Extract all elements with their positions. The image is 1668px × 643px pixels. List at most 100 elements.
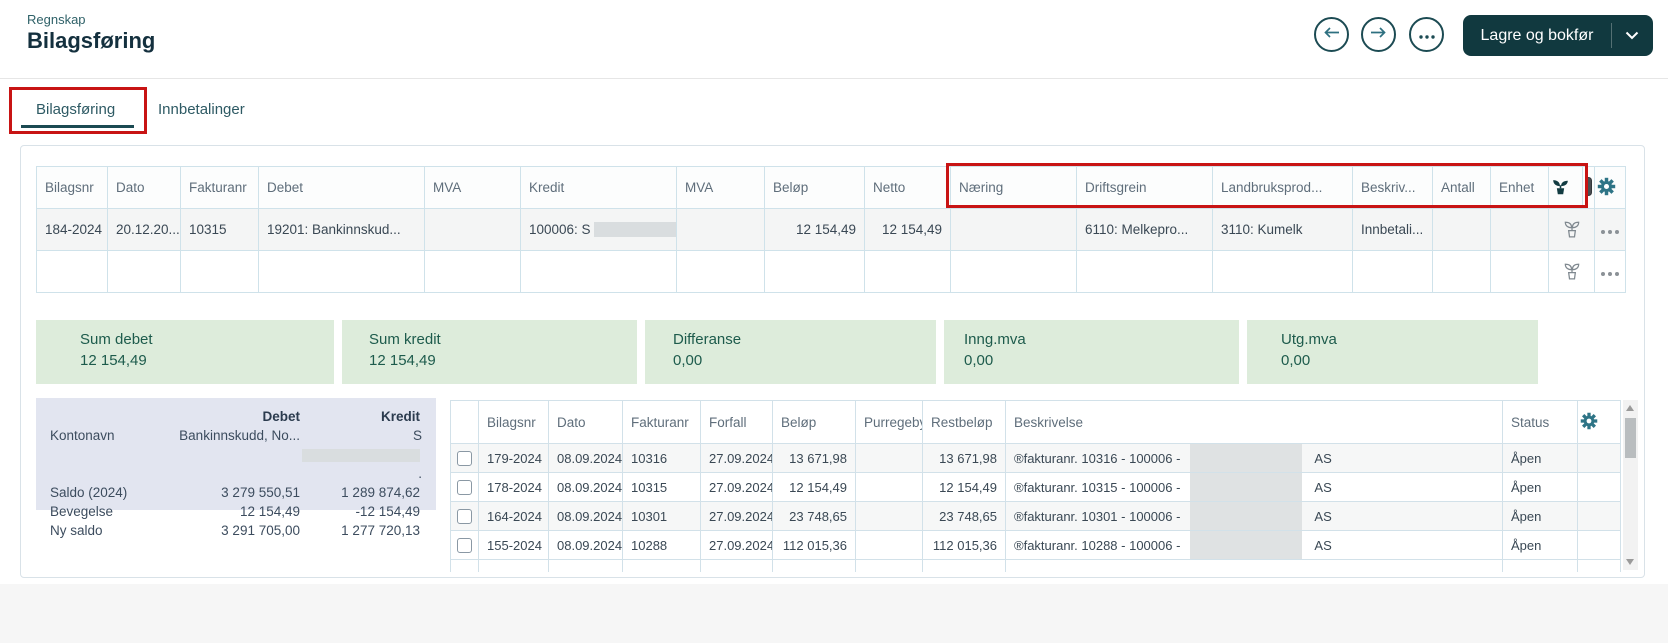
cell-restbelop: 112 015,36: [923, 531, 1006, 560]
col-header-forfall[interactable]: Forfall: [701, 401, 773, 444]
summary-value: 0,00: [1281, 350, 1538, 372]
cell-landbruksprod[interactable]: 3110: Kumelk: [1213, 209, 1353, 251]
col-header-fakturanr[interactable]: Fakturanr: [623, 401, 701, 444]
plant-icon: [1562, 269, 1582, 284]
scroll-up-arrow-icon[interactable]: [1626, 405, 1634, 411]
cell-status: Åpen: [1503, 502, 1578, 531]
ellipsis-icon: [1608, 230, 1612, 234]
col-header-dato[interactable]: Dato: [108, 167, 181, 209]
summary-label: Sum kredit: [369, 330, 637, 350]
cell-bilagsnr[interactable]: [37, 251, 108, 293]
cell-belop[interactable]: [765, 251, 865, 293]
chevron-down-icon[interactable]: [1612, 31, 1652, 40]
row-select-cell: [451, 473, 479, 502]
select-all-column[interactable]: [451, 401, 479, 444]
save-and-post-button[interactable]: Lagre og bokfør: [1463, 15, 1653, 56]
col-header-netto[interactable]: Netto: [865, 167, 951, 209]
open-item-row[interactable]: 155-2024 08.09.2024 10288 27.09.2024 112…: [451, 531, 1621, 560]
col-header-fakturanr[interactable]: Fakturanr: [181, 167, 259, 209]
forward-button[interactable]: [1361, 17, 1396, 52]
cell-belop[interactable]: 12 154,49: [765, 209, 865, 251]
cell-fakturanr[interactable]: 10315: [181, 209, 259, 251]
row-actions-button[interactable]: [1595, 209, 1626, 251]
scroll-down-arrow-icon[interactable]: [1626, 559, 1634, 565]
cell-restbelop: 23 748,65: [923, 502, 1006, 531]
col-header-beskrivelse[interactable]: Beskrivelse: [1006, 401, 1503, 444]
row-label: Kontonavn: [50, 426, 162, 483]
col-header-status[interactable]: Status: [1503, 401, 1578, 444]
cell-netto[interactable]: [865, 251, 951, 293]
row-checkbox[interactable]: [457, 509, 472, 524]
cell-beskrivelse: ®fakturanr. 10316 - 100006 -AS: [1006, 444, 1503, 473]
cell-beskrivelse[interactable]: [1353, 251, 1433, 293]
bilagsforing-page: Regnskap Bilagsføring Lagre og bokfør Bi…: [0, 0, 1668, 643]
cell-debet[interactable]: 19201: Bankinnskud...: [259, 209, 425, 251]
row-agriculture-button[interactable]: [1549, 209, 1595, 251]
cell-mva-1[interactable]: [425, 251, 521, 293]
breadcrumb[interactable]: Regnskap: [27, 12, 86, 27]
row-select-cell: [451, 531, 479, 560]
cell-beskrivelse[interactable]: Innbetali...: [1353, 209, 1433, 251]
cell-naering[interactable]: [951, 251, 1077, 293]
col-header-dato[interactable]: Dato: [549, 401, 623, 444]
cell-enhet[interactable]: [1491, 209, 1549, 251]
row-checkbox[interactable]: [457, 538, 472, 553]
scrollbar-thumb[interactable]: [1625, 418, 1636, 458]
back-button[interactable]: [1314, 17, 1349, 52]
row-agriculture-button[interactable]: [1549, 251, 1595, 293]
col-header-purregebyr[interactable]: Purregebyr: [856, 401, 923, 444]
row-checkbox[interactable]: [457, 451, 472, 466]
open-item-row[interactable]: 178-2024 08.09.2024 10315 27.09.2024 12 …: [451, 473, 1621, 502]
col-header-mva-2[interactable]: MVA: [677, 167, 765, 209]
cell-forfall: 27.09.2024: [701, 502, 773, 531]
cell-mva-2[interactable]: [677, 209, 765, 251]
more-actions-button[interactable]: [1409, 17, 1444, 52]
row-actions-button[interactable]: [1595, 251, 1626, 293]
cell-mva-1[interactable]: [425, 209, 521, 251]
journal-settings-button[interactable]: [1595, 167, 1626, 209]
vertical-scrollbar[interactable]: [1623, 400, 1638, 570]
cell-kredit[interactable]: [521, 251, 677, 293]
tab-innbetalinger[interactable]: Innbetalinger: [158, 101, 245, 118]
cell-belop: 13 671,98: [773, 444, 856, 473]
cell-debet[interactable]: [259, 251, 425, 293]
cell-naering[interactable]: [951, 209, 1077, 251]
cell-driftsgrein[interactable]: 6110: Melkepro...: [1077, 209, 1213, 251]
cell-actions: [1578, 531, 1621, 560]
cell-dato[interactable]: [108, 251, 181, 293]
open-item-row[interactable]: 179-2024 08.09.2024 10316 27.09.2024 13 …: [451, 444, 1621, 473]
cell-actions: [1578, 473, 1621, 502]
col-header-belop[interactable]: Beløp: [773, 401, 856, 444]
cell-bilagsnr: 155-2024: [479, 531, 549, 560]
col-header-restbelop[interactable]: Restbeløp: [923, 401, 1006, 444]
col-header-bilagsnr[interactable]: Bilagsnr: [37, 167, 108, 209]
cell-fakturanr[interactable]: [181, 251, 259, 293]
cell-actions: [1578, 502, 1621, 531]
col-header-debet[interactable]: Debet: [259, 167, 425, 209]
open-item-row[interactable]: 164-2024 08.09.2024 10301 27.09.2024 23 …: [451, 502, 1621, 531]
cell-driftsgrein[interactable]: [1077, 251, 1213, 293]
cell-bilagsnr[interactable]: 184-2024: [37, 209, 108, 251]
cell-enhet[interactable]: [1491, 251, 1549, 293]
cell-fakturanr: 10315: [623, 473, 701, 502]
cell-restbelop: 13 671,98: [923, 444, 1006, 473]
open-items-settings-button[interactable]: [1578, 401, 1621, 444]
col-header-bilagsnr[interactable]: Bilagsnr: [479, 401, 549, 444]
cell-dato[interactable]: 20.12.20...: [108, 209, 181, 251]
cell-kredit[interactable]: 100006: S..: [521, 209, 677, 251]
cell-mva-2[interactable]: [677, 251, 765, 293]
kredit-text: 100006: S: [529, 222, 591, 237]
cell-antall[interactable]: [1433, 251, 1491, 293]
cell-antall[interactable]: [1433, 209, 1491, 251]
summary-value: 12 154,49: [369, 350, 637, 372]
col-header-belop[interactable]: Beløp: [765, 167, 865, 209]
beskrivelse-text: ®fakturanr. 10316 - 100006 -: [1014, 451, 1180, 466]
col-header-mva-1[interactable]: MVA: [425, 167, 521, 209]
cell-bilagsnr: 179-2024: [479, 444, 549, 473]
cell-landbruksprod[interactable]: [1213, 251, 1353, 293]
row-checkbox[interactable]: [457, 480, 472, 495]
header-divider: [0, 78, 1668, 79]
col-header-kredit[interactable]: Kredit: [521, 167, 677, 209]
cell-netto[interactable]: 12 154,49: [865, 209, 951, 251]
cell-belop: 12 154,49: [773, 473, 856, 502]
